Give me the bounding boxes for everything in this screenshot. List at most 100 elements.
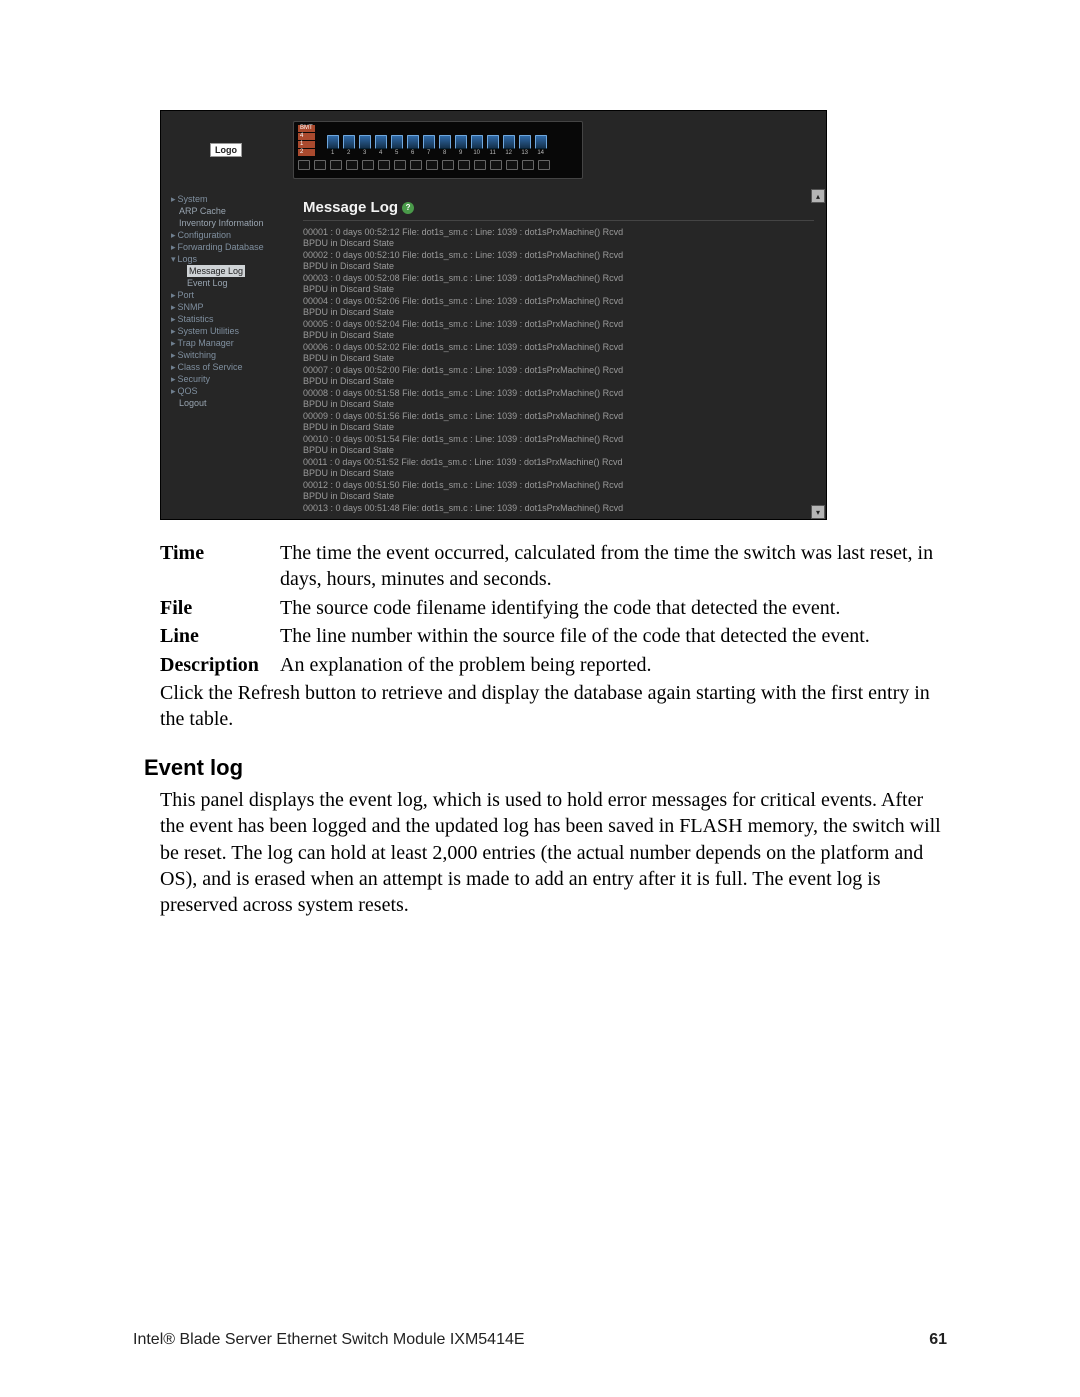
port[interactable]: 8: [439, 135, 451, 156]
log-line-2: BPDU in Discard State: [303, 491, 814, 502]
log-entry: 00013 : 0 days 00:51:48 File: dot1s_sm.c…: [303, 503, 814, 514]
port[interactable]: 6: [407, 135, 419, 156]
led-icon: [314, 160, 326, 170]
scroll-down-button[interactable]: ▾: [811, 505, 825, 519]
port[interactable]: 5: [391, 135, 403, 156]
log-line-1: 00004 : 0 days 00:52:06 File: dot1s_sm.c…: [303, 296, 623, 306]
port[interactable]: 7: [423, 135, 435, 156]
port-number: 7: [427, 150, 430, 156]
led-icon: [442, 160, 454, 170]
nav-item[interactable]: ▸Port: [165, 289, 287, 301]
led-row: [298, 160, 578, 170]
port-number: 4: [379, 150, 382, 156]
port-number: 3: [363, 150, 366, 156]
log-line-2: BPDU in Discard State: [303, 353, 814, 364]
led-icon: [458, 160, 470, 170]
definition-term: Description: [160, 652, 280, 678]
log-entry: 00010 : 0 days 00:51:54 File: dot1s_sm.c…: [303, 434, 814, 456]
log-line-2: BPDU in Discard State: [303, 284, 814, 295]
port[interactable]: 3: [359, 135, 371, 156]
port-icon: [375, 135, 387, 149]
nav-item[interactable]: Inventory Information: [165, 217, 287, 229]
nav-item[interactable]: ▸Switching: [165, 349, 287, 361]
port[interactable]: 14: [535, 135, 547, 156]
port[interactable]: 12: [503, 135, 515, 156]
port-icon: [455, 135, 467, 149]
nav-item[interactable]: ▸QOS: [165, 385, 287, 397]
led-icon: [522, 160, 534, 170]
port[interactable]: 1: [327, 135, 339, 156]
port[interactable]: 11: [487, 135, 499, 156]
log-entry: 00001 : 0 days 00:52:12 File: dot1s_sm.c…: [303, 227, 814, 249]
definition-desc: The time the event occurred, calculated …: [280, 540, 945, 593]
log-line-2: BPDU in Discard State: [303, 468, 814, 479]
nav-item[interactable]: ▸Trap Manager: [165, 337, 287, 349]
nav-item[interactable]: ▸Security: [165, 373, 287, 385]
help-icon[interactable]: ?: [402, 202, 414, 214]
nav-item[interactable]: ▸Class of Service: [165, 361, 287, 373]
screenshot-header: Logo BMT412 1234567891011121314: [161, 111, 826, 189]
port-icon: [423, 135, 435, 149]
log-line-2: BPDU in Discard State: [303, 445, 814, 456]
nav-item[interactable]: ▸System Utilities: [165, 325, 287, 337]
field-definitions: TimeThe time the event occurred, calcula…: [160, 540, 945, 678]
refresh-note: Click the Refresh button to retrieve and…: [160, 680, 945, 733]
log-line-1: 00012 : 0 days 00:51:50 File: dot1s_sm.c…: [303, 480, 623, 490]
led-icon: [426, 160, 438, 170]
definition-desc: The line number within the source file o…: [280, 623, 945, 649]
scroll-up-button[interactable]: ▴: [811, 189, 825, 203]
port[interactable]: 10: [471, 135, 483, 156]
log-line-1: 00002 : 0 days 00:52:10 File: dot1s_sm.c…: [303, 250, 623, 260]
scrollbar[interactable]: ▴ ▾: [811, 189, 826, 519]
led-icon: [538, 160, 550, 170]
port[interactable]: 13: [519, 135, 531, 156]
port[interactable]: 9: [455, 135, 467, 156]
log-line-2: BPDU in Discard State: [303, 307, 814, 318]
nav-item-selected[interactable]: Message Log: [187, 265, 245, 277]
log-entry: 00002 : 0 days 00:52:10 File: dot1s_sm.c…: [303, 250, 814, 272]
nav-item[interactable]: Event Log: [165, 277, 287, 289]
nav-item[interactable]: ▸Statistics: [165, 313, 287, 325]
log-line-1: 00006 : 0 days 00:52:02 File: dot1s_sm.c…: [303, 342, 623, 352]
page-footer: Intel® Blade Server Ethernet Switch Modu…: [133, 1331, 947, 1349]
port-icon: [359, 135, 371, 149]
log-line-1: 00005 : 0 days 00:52:04 File: dot1s_sm.c…: [303, 319, 623, 329]
main-pane: ▴ ▾ Message Log ? 00001 : 0 days 00:52:1…: [291, 189, 826, 519]
port[interactable]: 2: [343, 135, 355, 156]
port[interactable]: 4: [375, 135, 387, 156]
log-line-2: BPDU in Discard State: [303, 261, 814, 272]
port-icon: [503, 135, 515, 149]
log-line-1: 00007 : 0 days 00:52:00 File: dot1s_sm.c…: [303, 365, 623, 375]
nav-item[interactable]: Message Log: [165, 265, 287, 277]
event-log-body: This panel displays the event log, which…: [160, 787, 945, 919]
nav-item[interactable]: ▾Logs: [165, 253, 287, 265]
logo: Logo: [210, 143, 242, 157]
port-number: 11: [490, 150, 496, 156]
nav-item[interactable]: Logout: [165, 397, 287, 409]
nav-item[interactable]: ▸System: [165, 193, 287, 205]
nav-item[interactable]: ▸Configuration: [165, 229, 287, 241]
device-box: BMT412 1234567891011121314: [293, 121, 583, 179]
log-line-1: 00008 : 0 days 00:51:58 File: dot1s_sm.c…: [303, 388, 623, 398]
nav-item[interactable]: ARP Cache: [165, 205, 287, 217]
log-line-2: BPDU in Discard State: [303, 399, 814, 410]
footer-page-number: 61: [929, 1331, 947, 1349]
definition-term: File: [160, 595, 280, 621]
nav-tree[interactable]: ▸SystemARP CacheInventory Information▸Co…: [161, 189, 291, 519]
led-icon: [506, 160, 518, 170]
nav-item[interactable]: ▸Forwarding Database: [165, 241, 287, 253]
port-row: 1234567891011121314: [327, 135, 547, 156]
log-entry: 00012 : 0 days 00:51:50 File: dot1s_sm.c…: [303, 480, 814, 502]
admin-ui-screenshot: Logo BMT412 1234567891011121314 ▸SystemA…: [160, 110, 827, 520]
log-line-1: 00001 : 0 days 00:52:12 File: dot1s_sm.c…: [303, 227, 623, 237]
port-number: 12: [505, 150, 512, 156]
log-line-2: BPDU in Discard State: [303, 422, 814, 433]
nav-item[interactable]: ▸SNMP: [165, 301, 287, 313]
led-icon: [298, 160, 310, 170]
divider: [303, 220, 814, 221]
port-number: 5: [395, 150, 398, 156]
event-log-heading: Event log: [144, 755, 945, 781]
led-icon: [394, 160, 406, 170]
device-label-line: 2: [298, 149, 315, 156]
port-number: 14: [537, 150, 544, 156]
